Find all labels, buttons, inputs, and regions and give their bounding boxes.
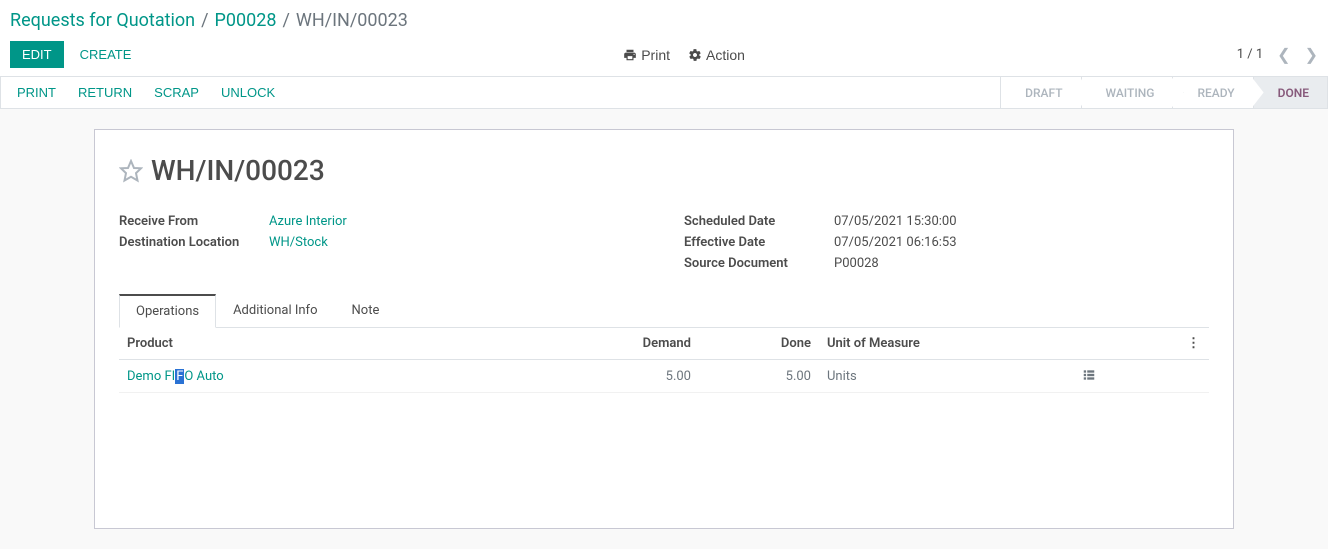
print-action-button[interactable]: PRINT xyxy=(17,85,56,100)
uom-cell: Units xyxy=(819,360,999,393)
breadcrumb-current: WH/IN/00023 xyxy=(296,10,408,31)
breadcrumb-separator: / xyxy=(201,10,208,31)
scrap-button[interactable]: SCRAP xyxy=(154,85,199,100)
form-sheet-background: WH/IN/00023 Receive From Azure Interior … xyxy=(0,109,1328,549)
product-cell[interactable]: Demo FIFO Auto xyxy=(119,360,539,393)
operations-table: Product Demand Done Unit of Measure ⋮ De… xyxy=(119,328,1209,393)
col-product[interactable]: Product xyxy=(119,328,539,360)
pager-prev-button[interactable]: ❮ xyxy=(1277,45,1290,64)
table-row: Demo FIFO Auto5.005.00Units xyxy=(119,360,1209,393)
detailed-operations-icon[interactable] xyxy=(999,360,1179,393)
print-top-button[interactable]: Print xyxy=(623,47,670,63)
edit-button[interactable]: EDIT xyxy=(10,41,64,68)
printer-icon xyxy=(623,48,637,62)
tabs: OperationsAdditional InfoNote xyxy=(119,294,1209,328)
tab-operations[interactable]: Operations xyxy=(119,294,216,328)
source-doc-value: P00028 xyxy=(834,256,879,271)
col-demand[interactable]: Demand xyxy=(539,328,699,360)
done-cell: 5.00 xyxy=(699,360,819,393)
effective-date-label: Effective Date xyxy=(684,235,834,250)
effective-date-value: 07/05/2021 06:16:53 xyxy=(834,235,957,250)
scheduled-date-value: 07/05/2021 15:30:00 xyxy=(834,214,957,229)
status-step-done[interactable]: DONE xyxy=(1253,77,1327,108)
destination-label: Destination Location xyxy=(119,235,269,250)
breadcrumb: Requests for Quotation / P00028 / WH/IN/… xyxy=(0,0,1328,37)
unlock-button[interactable]: UNLOCK xyxy=(221,85,275,100)
kebab-menu-button[interactable]: ⋮ xyxy=(1179,328,1209,360)
control-panel: EDIT CREATE Print Action 1 / 1 ❮ ❯ xyxy=(0,37,1328,77)
text-cursor-highlight: F xyxy=(175,369,184,384)
col-uom[interactable]: Unit of Measure xyxy=(819,328,999,360)
status-step-ready[interactable]: READY xyxy=(1172,77,1252,108)
pager: 1 / 1 xyxy=(1237,47,1263,62)
action-button[interactable]: Action xyxy=(688,47,745,63)
demand-cell: 5.00 xyxy=(539,360,699,393)
breadcrumb-root[interactable]: Requests for Quotation xyxy=(10,10,195,31)
tab-additional-info[interactable]: Additional Info xyxy=(216,294,334,327)
col-done[interactable]: Done xyxy=(699,328,819,360)
tab-note[interactable]: Note xyxy=(335,294,397,327)
receive-from-value[interactable]: Azure Interior xyxy=(269,214,347,229)
breadcrumb-separator: / xyxy=(282,10,289,31)
receive-from-label: Receive From xyxy=(119,214,269,229)
status-step-waiting[interactable]: WAITING xyxy=(1081,77,1173,108)
gear-icon xyxy=(688,48,702,62)
page-title: WH/IN/00023 xyxy=(151,154,325,187)
status-bar: PRINT RETURN SCRAP UNLOCK DRAFTWAITINGRE… xyxy=(0,77,1328,109)
form-sheet: WH/IN/00023 Receive From Azure Interior … xyxy=(94,129,1234,529)
destination-value[interactable]: WH/Stock xyxy=(269,235,328,250)
scheduled-date-label: Scheduled Date xyxy=(684,214,834,229)
star-icon[interactable] xyxy=(119,159,143,183)
return-button[interactable]: RETURN xyxy=(78,85,132,100)
pager-next-button[interactable]: ❯ xyxy=(1305,45,1318,64)
breadcrumb-parent[interactable]: P00028 xyxy=(215,10,277,31)
create-button[interactable]: CREATE xyxy=(80,47,132,62)
status-step-draft[interactable]: DRAFT xyxy=(1000,77,1080,108)
source-doc-label: Source Document xyxy=(684,256,834,271)
